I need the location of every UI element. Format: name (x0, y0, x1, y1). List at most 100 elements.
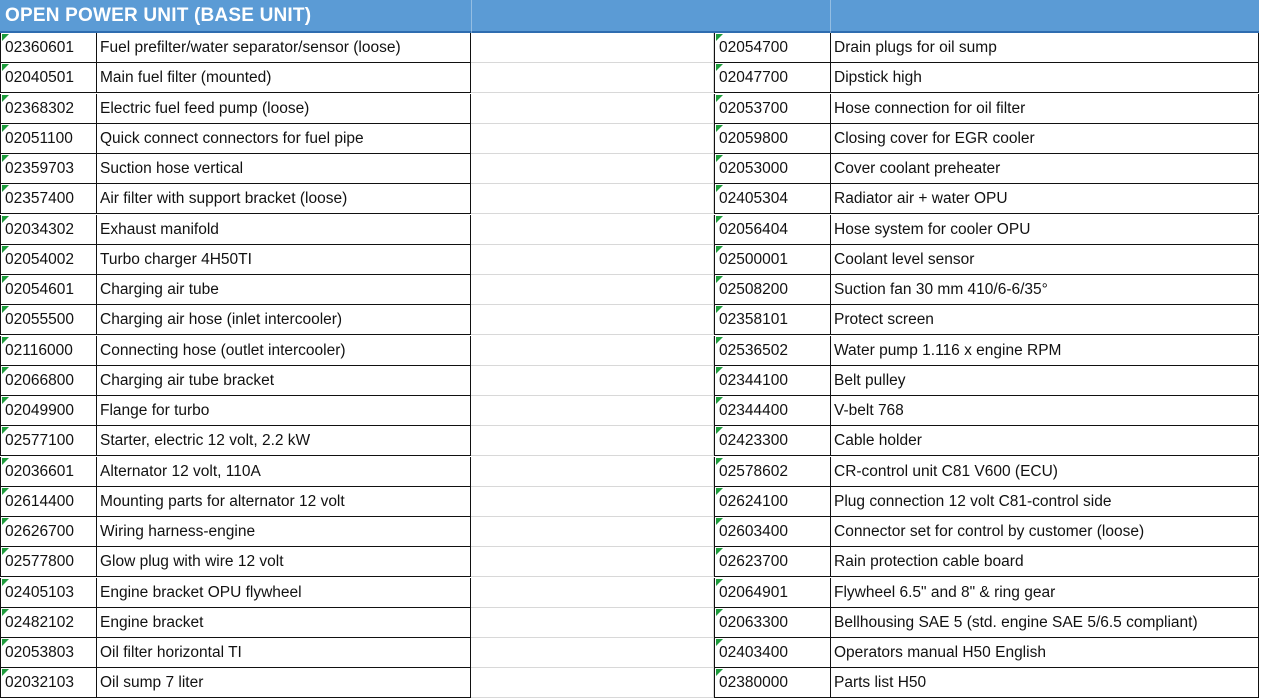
description-cell[interactable]: Radiator air + water OPU (831, 184, 1259, 215)
description-cell[interactable]: Bellhousing SAE 5 (std. engine SAE 5/6.5… (831, 607, 1259, 638)
description-cell[interactable]: CR-control unit C81 V600 (ECU) (831, 456, 1259, 487)
part-number-cell[interactable]: 02053000 (714, 154, 831, 184)
description-cell[interactable]: Alternator 12 volt, 110A (97, 456, 471, 487)
part-number-cell[interactable]: 02380000 (714, 668, 831, 699)
description-cell[interactable]: Suction fan 30 mm 410/6-6/35° (831, 275, 1259, 305)
empty-cell[interactable] (471, 184, 714, 215)
description-cell[interactable]: Exhaust manifold (97, 214, 471, 245)
part-number-cell[interactable]: 02116000 (0, 335, 97, 366)
description-cell[interactable]: Protect screen (831, 305, 1259, 336)
description-cell[interactable]: Quick connect connectors for fuel pipe (97, 123, 471, 154)
description-cell[interactable]: Flange for turbo (97, 396, 471, 426)
part-number-cell[interactable]: 02054601 (0, 275, 97, 305)
description-cell[interactable]: Closing cover for EGR cooler (831, 123, 1259, 154)
part-number-cell[interactable]: 02577100 (0, 426, 97, 457)
part-number-cell[interactable]: 02344100 (714, 365, 831, 396)
description-cell[interactable]: Charging air tube bracket (97, 365, 471, 396)
part-number-cell[interactable]: 02614400 (0, 486, 97, 517)
part-number-cell[interactable]: 02623700 (714, 547, 831, 578)
part-number-cell[interactable]: 02500001 (714, 244, 831, 275)
empty-cell[interactable] (471, 426, 714, 457)
part-number-cell[interactable]: 02056404 (714, 214, 831, 245)
empty-cell[interactable] (471, 214, 714, 245)
part-number-cell[interactable]: 02405304 (714, 184, 831, 215)
part-number-cell[interactable]: 02053803 (0, 638, 97, 668)
empty-cell[interactable] (471, 547, 714, 578)
description-cell[interactable]: Starter, electric 12 volt, 2.2 kW (97, 426, 471, 457)
empty-cell[interactable] (471, 335, 714, 366)
part-number-cell[interactable]: 02403400 (714, 638, 831, 668)
part-number-cell[interactable]: 02359703 (0, 154, 97, 184)
part-number-cell[interactable]: 02508200 (714, 275, 831, 305)
empty-cell[interactable] (471, 668, 714, 699)
part-number-cell[interactable]: 02047700 (714, 63, 831, 94)
description-cell[interactable]: Belt pulley (831, 365, 1259, 396)
description-cell[interactable]: Connector set for control by customer (l… (831, 517, 1259, 547)
description-cell[interactable]: Turbo charger 4H50TI (97, 244, 471, 275)
empty-cell[interactable] (471, 456, 714, 487)
part-number-cell[interactable]: 02036601 (0, 456, 97, 487)
part-number-cell[interactable]: 02357400 (0, 184, 97, 215)
part-number-cell[interactable]: 02064901 (714, 577, 831, 608)
part-number-cell[interactable]: 02344400 (714, 396, 831, 426)
part-number-cell[interactable]: 02360601 (0, 33, 97, 63)
empty-cell[interactable] (471, 123, 714, 154)
description-cell[interactable]: Oil sump 7 liter (97, 668, 471, 699)
part-number-cell[interactable]: 02054700 (714, 33, 831, 63)
description-cell[interactable]: Glow plug with wire 12 volt (97, 547, 471, 578)
part-number-cell[interactable]: 02054002 (0, 244, 97, 275)
part-number-cell[interactable]: 02423300 (714, 426, 831, 457)
description-cell[interactable]: Parts list H50 (831, 668, 1259, 699)
description-cell[interactable]: V-belt 768 (831, 396, 1259, 426)
empty-cell[interactable] (471, 638, 714, 668)
description-cell[interactable]: Engine bracket OPU flywheel (97, 577, 471, 608)
part-number-cell[interactable]: 02405103 (0, 577, 97, 608)
part-number-cell[interactable]: 02063300 (714, 607, 831, 638)
part-number-cell[interactable]: 02536502 (714, 335, 831, 366)
description-cell[interactable]: Electric fuel feed pump (loose) (97, 93, 471, 124)
part-number-cell[interactable]: 02066800 (0, 365, 97, 396)
empty-cell[interactable] (471, 93, 714, 124)
description-cell[interactable]: Mounting parts for alternator 12 volt (97, 486, 471, 517)
part-number-cell[interactable]: 02626700 (0, 517, 97, 547)
description-cell[interactable]: Charging air tube (97, 275, 471, 305)
description-cell[interactable]: Coolant level sensor (831, 244, 1259, 275)
section-header[interactable]: OPEN POWER UNIT (BASE UNIT) (0, 0, 1259, 33)
part-number-cell[interactable]: 02051100 (0, 123, 97, 154)
empty-cell[interactable] (471, 607, 714, 638)
description-cell[interactable]: Wiring harness-engine (97, 517, 471, 547)
empty-cell[interactable] (471, 275, 714, 305)
description-cell[interactable]: Drain plugs for oil sump (831, 33, 1259, 63)
part-number-cell[interactable]: 02578602 (714, 456, 831, 487)
part-number-cell[interactable]: 02059800 (714, 123, 831, 154)
description-cell[interactable]: Hose system for cooler OPU (831, 214, 1259, 245)
description-cell[interactable]: Flywheel 6.5" and 8" & ring gear (831, 577, 1259, 608)
part-number-cell[interactable]: 02577800 (0, 547, 97, 578)
part-number-cell[interactable]: 02055500 (0, 305, 97, 336)
part-number-cell[interactable]: 02053700 (714, 93, 831, 124)
part-number-cell[interactable]: 02032103 (0, 668, 97, 699)
description-cell[interactable]: Rain protection cable board (831, 547, 1259, 578)
empty-cell[interactable] (471, 365, 714, 396)
description-cell[interactable]: Main fuel filter (mounted) (97, 63, 471, 94)
description-cell[interactable]: Dipstick high (831, 63, 1259, 94)
empty-cell[interactable] (471, 577, 714, 608)
description-cell[interactable]: Connecting hose (outlet intercooler) (97, 335, 471, 366)
description-cell[interactable]: Air filter with support bracket (loose) (97, 184, 471, 215)
part-number-cell[interactable]: 02603400 (714, 517, 831, 547)
part-number-cell[interactable]: 02049900 (0, 396, 97, 426)
part-number-cell[interactable]: 02358101 (714, 305, 831, 336)
part-number-cell[interactable]: 02034302 (0, 214, 97, 245)
description-cell[interactable]: Suction hose vertical (97, 154, 471, 184)
description-cell[interactable]: Charging air hose (inlet intercooler) (97, 305, 471, 336)
description-cell[interactable]: Oil filter horizontal TI (97, 638, 471, 668)
empty-cell[interactable] (471, 517, 714, 547)
description-cell[interactable]: Operators manual H50 English (831, 638, 1259, 668)
part-number-cell[interactable]: 02040501 (0, 63, 97, 94)
description-cell[interactable]: Cable holder (831, 426, 1259, 457)
description-cell[interactable]: Fuel prefilter/water separator/sensor (l… (97, 33, 471, 63)
description-cell[interactable]: Plug connection 12 volt C81-control side (831, 486, 1259, 517)
empty-cell[interactable] (471, 33, 714, 63)
description-cell[interactable]: Cover coolant preheater (831, 154, 1259, 184)
empty-cell[interactable] (471, 305, 714, 336)
